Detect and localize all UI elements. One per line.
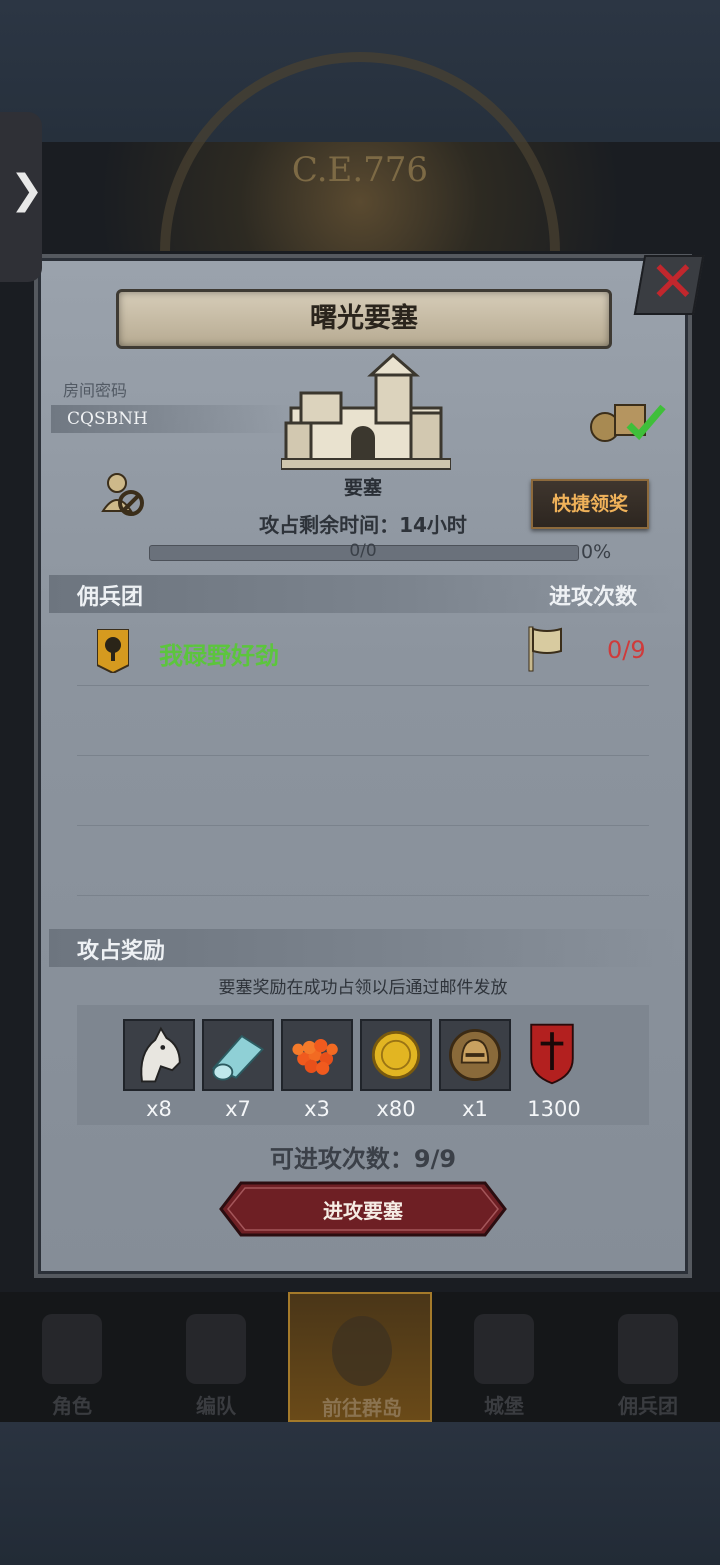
- bottom-nav: 角色 编队 前往群岛 城堡 佣兵团: [0, 1292, 720, 1422]
- reward-qty: x8: [146, 1097, 172, 1121]
- helmet-icon: [186, 1314, 246, 1384]
- compass-icon: [332, 1316, 392, 1386]
- reward-qty: x7: [225, 1097, 251, 1121]
- close-button[interactable]: ✕: [633, 250, 705, 315]
- rewards-note: 要塞奖励在成功占领以后通过邮件发放: [218, 978, 508, 998]
- nav-item-islands[interactable]: 前往群岛: [288, 1292, 432, 1422]
- reward-qty: x3: [304, 1097, 330, 1121]
- guild-attack-count: 0/9: [607, 636, 646, 664]
- nav-label: 前往群岛: [322, 1396, 402, 1420]
- reward-item[interactable]: x7: [202, 1019, 274, 1121]
- cloth-roll-icon: [202, 1019, 274, 1091]
- close-icon: ✕: [649, 250, 697, 315]
- reward-item[interactable]: x3: [281, 1019, 353, 1121]
- era-label: C.E.776: [291, 150, 429, 190]
- divider: [77, 895, 649, 896]
- gold-coin-icon: [360, 1019, 432, 1091]
- reward-item[interactable]: x8: [123, 1019, 195, 1121]
- attack-fortress-label: 进攻要塞: [323, 1199, 403, 1223]
- progress-percent: 0%: [581, 541, 612, 563]
- remaining-time-text: 攻占剩余时间：14小时: [259, 513, 467, 537]
- nav-item-role[interactable]: 角色: [0, 1292, 144, 1422]
- bottom-system-band: [0, 1422, 720, 1565]
- flag-icon: [528, 626, 562, 672]
- guild-banner-icon: [97, 629, 129, 673]
- reward-item[interactable]: x1: [439, 1019, 511, 1121]
- mercenary-header: 佣兵团: [77, 585, 144, 610]
- divider: [77, 825, 649, 826]
- rewards-header: 攻占奖励: [77, 939, 166, 964]
- helmet-coin-icon: [439, 1019, 511, 1091]
- nav-item-castle[interactable]: 城堡: [432, 1292, 576, 1422]
- reward-item[interactable]: 1300: [518, 1019, 590, 1121]
- fortress-icon: [281, 353, 451, 470]
- castle-icon: [474, 1314, 534, 1384]
- knight-icon: [42, 1314, 102, 1384]
- divider: [77, 685, 649, 686]
- attack-fortress-button[interactable]: 进攻要塞: [219, 1181, 507, 1237]
- side-expand-tab[interactable]: ❯: [0, 112, 44, 282]
- remaining-attacks-text: 可进攻次数：9/9: [269, 1145, 457, 1173]
- nav-label: 城堡: [484, 1394, 524, 1418]
- fortress-dialog: ✕ 曙光要塞 房间密码 CQSBNH 要塞 快捷领奖 攻占剩余时间：14小时 0…: [38, 250, 705, 1274]
- nav-label: 角色: [52, 1394, 92, 1418]
- nav-item-mercenary[interactable]: 佣兵团: [576, 1292, 720, 1422]
- guild-name[interactable]: 我碌野好劲: [159, 636, 279, 671]
- nav-label: 佣兵团: [618, 1394, 678, 1418]
- title-banner: 曙光要塞: [116, 289, 612, 349]
- room-password-label: 房间密码: [63, 381, 128, 400]
- mercenary-icon: [618, 1314, 678, 1384]
- divider: [77, 755, 649, 756]
- attack-count-header: 进攻次数: [549, 585, 638, 610]
- reward-qty: x80: [376, 1097, 416, 1121]
- supplies-claimed-icon[interactable]: [587, 395, 667, 445]
- guild-crest-icon: [518, 1019, 590, 1091]
- berries-icon: [281, 1019, 353, 1091]
- room-code: CQSBNH: [67, 409, 148, 429]
- reward-qty: x1: [462, 1097, 488, 1121]
- chevron-right-icon: ❯: [10, 167, 44, 213]
- nav-item-formation[interactable]: 编队: [144, 1292, 288, 1422]
- reward-item[interactable]: x80: [360, 1019, 432, 1121]
- horse-icon: [123, 1019, 195, 1091]
- reward-qty: 1300: [527, 1097, 581, 1121]
- nav-label: 编队: [196, 1394, 236, 1418]
- dialog-title: 曙光要塞: [310, 303, 418, 334]
